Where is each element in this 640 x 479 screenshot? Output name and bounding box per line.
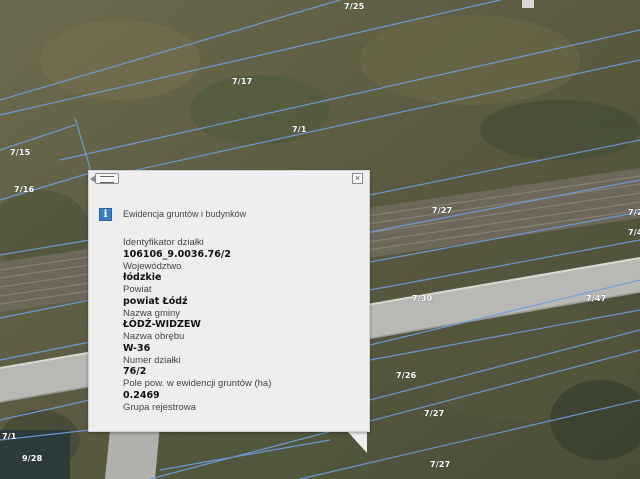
parcel-label: 7/47 (586, 294, 607, 303)
parcel-label: 7/17 (232, 77, 253, 86)
parcel-label: 7/25 (344, 2, 365, 11)
back-list-button[interactable] (90, 173, 119, 184)
field-label-commune: Nazwa gminy (123, 307, 181, 319)
list-icon (100, 176, 114, 183)
popup-tail (347, 431, 367, 453)
field-label-parcel-id: Identyfikator działki (123, 237, 204, 248)
parcel-label: 7/16 (14, 185, 35, 194)
attribute-list: Identyfikator działki 106106_9.0036.76/2… (123, 237, 363, 413)
parcel-label: 7/30 (412, 294, 433, 303)
parcel-label: 7/27 (432, 206, 453, 215)
parcel-label: 7/1 (292, 125, 307, 134)
parcel-label: 7/27 (430, 460, 451, 469)
field-label-register-group: Grupa rejestrowa (123, 401, 196, 413)
parcel-label: 7/1 (2, 432, 17, 441)
back-arrow-icon (90, 175, 96, 183)
field-value-area: 0.2469 (123, 389, 160, 401)
popup-header: × (89, 171, 369, 185)
field-label-precinct: Nazwa obrębu (123, 331, 185, 342)
field-value-voivodeship: łódzkie (123, 272, 162, 283)
field-value-parcel-number: 76/2 (123, 366, 147, 377)
field-label-county: Powiat (123, 284, 152, 295)
field-value-precinct: W-36 (123, 342, 151, 354)
parcel-label: 9/28 (22, 454, 43, 463)
field-label-voivodeship: Województwo (123, 260, 182, 272)
parcel-label: 7/4 (628, 228, 640, 237)
field-label-parcel-number: Numer działki (123, 354, 181, 366)
parcel-label: 7/26 (396, 371, 417, 380)
section-title: Ewidencja gruntów i budynków (123, 209, 247, 219)
field-value-county: powiat Łódź (123, 295, 188, 307)
field-value-commune: ŁÓDŹ-WIDZEW (123, 319, 201, 330)
parcel-label: 7/28 (628, 208, 640, 217)
field-label-area: Pole pow. w ewidencji gruntów (ha) (123, 378, 272, 389)
info-icon: i (99, 208, 112, 221)
close-button[interactable]: × (352, 173, 363, 184)
feature-info-popup: × i Ewidencja gruntów i budynków Identyf… (88, 170, 370, 432)
field-value-parcel-id: 106106_9.0036.76/2 (123, 248, 231, 260)
parcel-label: 7/27 (424, 409, 445, 418)
parcel-label: 7/15 (10, 148, 31, 157)
